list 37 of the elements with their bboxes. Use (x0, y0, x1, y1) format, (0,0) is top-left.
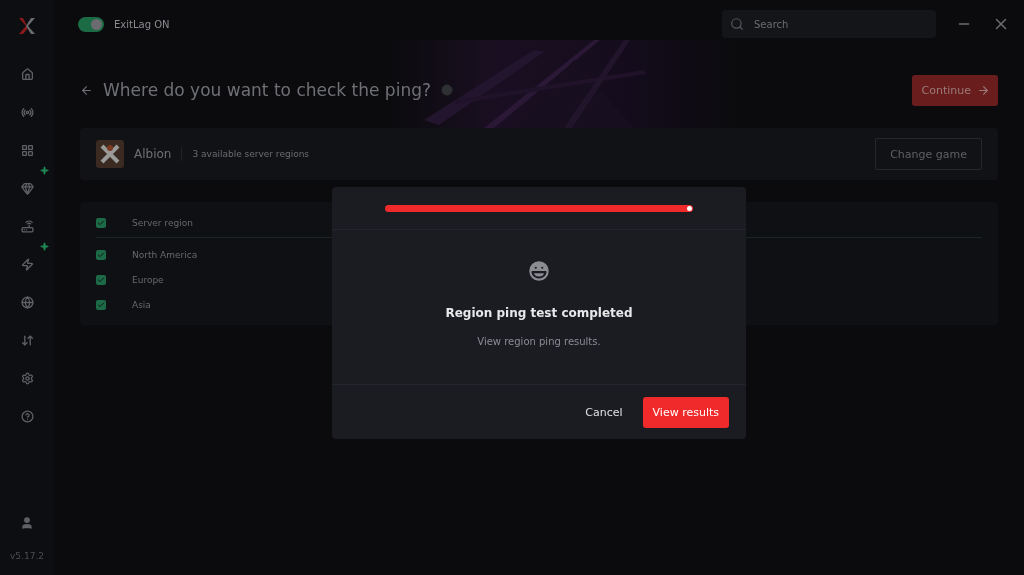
checkbox[interactable] (96, 217, 106, 228)
toggle-label: ExitLag ON (114, 18, 170, 30)
change-game-button[interactable]: Change game (875, 138, 982, 170)
cancel-button[interactable]: Cancel (577, 397, 631, 427)
region-name: North America (132, 249, 198, 260)
version-label: v5.17.2 (10, 551, 44, 561)
lightning-icon[interactable] (20, 258, 34, 271)
region-name: Europe (132, 274, 164, 285)
checkbox[interactable] (96, 299, 106, 310)
search-icon (730, 17, 744, 31)
gem-icon[interactable] (20, 182, 34, 195)
region-name: Asia (132, 299, 151, 310)
page-title: Where do you want to check the ping? (103, 80, 431, 100)
settings-icon[interactable] (20, 372, 34, 385)
globe-icon[interactable] (20, 296, 34, 309)
grid-icon[interactable] (20, 144, 34, 157)
router-icon[interactable] (20, 220, 34, 233)
arrow-right-icon (977, 83, 990, 97)
continue-button[interactable]: Continue (911, 74, 998, 106)
back-arrow-icon[interactable] (80, 83, 93, 97)
logo-icon (17, 16, 37, 36)
regions-count: 3 available server regions (192, 149, 310, 159)
toggle-switch[interactable] (78, 16, 104, 32)
signal-icon[interactable] (20, 106, 34, 119)
game-name: Albion (134, 147, 183, 161)
dialog-message: View region ping results. (477, 336, 601, 347)
checkbox[interactable] (96, 274, 106, 285)
arrows-icon[interactable] (20, 334, 34, 347)
view-results-button[interactable]: View results (642, 396, 729, 428)
user-icon[interactable] (20, 515, 34, 530)
column-header: Server region (132, 217, 193, 228)
dialog-title: Region ping test completed (445, 306, 633, 320)
home-icon[interactable] (20, 68, 34, 81)
search-field[interactable]: Search (722, 10, 936, 38)
game-icon (96, 140, 124, 168)
search-input[interactable]: Search (752, 17, 912, 31)
checkbox[interactable] (96, 249, 106, 260)
